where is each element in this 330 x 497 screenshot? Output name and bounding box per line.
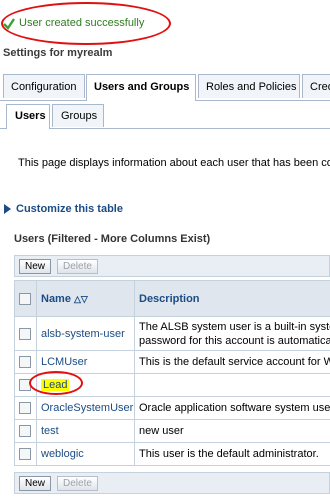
customize-table-link[interactable]: Customize this table [4, 203, 123, 215]
tab-roles-and-policies[interactable]: Roles and Policies [198, 74, 300, 98]
page-title: Settings for myrealm [3, 47, 113, 59]
column-header-description: Description [134, 280, 330, 317]
main-tabs: Configuration Users and Groups Roles and… [0, 72, 330, 101]
users-table: Name △▽ Description alsb-system-user The … [14, 280, 330, 466]
user-link[interactable]: OracleSystemUser [41, 402, 133, 414]
user-link[interactable]: weblogic [41, 448, 84, 460]
row-description: The ALSB system user is a built-in syste [139, 320, 330, 333]
table-row: LCMUser This is the default service acco… [14, 350, 330, 374]
user-link[interactable]: alsb-system-user [41, 328, 125, 340]
row-description: This user is the default administrator. [134, 442, 330, 466]
row-checkbox[interactable] [19, 425, 31, 438]
success-message-text: User created successfully [19, 17, 145, 29]
sort-ascending-icon[interactable]: △▽ [74, 294, 88, 305]
table-toolbar-bottom: New Delete [14, 472, 330, 494]
success-message: User created successfully [0, 10, 330, 42]
table-row: alsb-system-user The ALSB system user is… [14, 316, 330, 351]
table-row: Lead [14, 373, 330, 397]
row-description-cont: password for this account is automatica [139, 334, 330, 347]
row-description: new user [134, 419, 330, 443]
page-description: This page displays information about eac… [18, 157, 330, 169]
tab-credentials[interactable]: Cred [302, 74, 330, 98]
row-checkbox[interactable] [19, 448, 31, 461]
tab-users-and-groups[interactable]: Users and Groups [86, 74, 196, 101]
row-description: Oracle application software system use [134, 396, 330, 420]
row-checkbox[interactable] [19, 402, 31, 415]
select-all-checkbox[interactable] [19, 292, 31, 305]
table-row: test new user [14, 419, 330, 443]
row-description: This is the default service account for … [134, 350, 330, 374]
customize-table-label: Customize this table [16, 203, 123, 215]
user-link[interactable]: LCMUser [41, 356, 87, 368]
user-link[interactable]: Lead [41, 379, 70, 391]
subtab-groups[interactable]: Groups [52, 104, 104, 127]
table-row: weblogic This user is the default admini… [14, 442, 330, 466]
row-description [134, 373, 330, 397]
column-header-name[interactable]: Name △▽ [36, 280, 135, 317]
delete-button[interactable]: Delete [57, 259, 98, 274]
table-toolbar-top: New Delete [14, 255, 330, 277]
row-checkbox[interactable] [19, 379, 31, 392]
new-button-bottom[interactable]: New [19, 476, 52, 491]
row-checkbox[interactable] [19, 356, 31, 369]
check-icon [3, 18, 15, 30]
row-checkbox[interactable] [19, 327, 31, 340]
sub-tabs: Users Groups [0, 101, 330, 129]
user-link[interactable]: test [41, 425, 59, 437]
table-row: OracleSystemUser Oracle application soft… [14, 396, 330, 420]
subtab-users[interactable]: Users [6, 104, 50, 129]
table-title: Users (Filtered - More Columns Exist) [14, 233, 211, 245]
delete-button-bottom[interactable]: Delete [57, 476, 98, 491]
new-button[interactable]: New [19, 259, 52, 274]
select-all-cell [14, 280, 37, 317]
expand-triangle-icon [4, 204, 11, 215]
table-header-row: Name △▽ Description [14, 280, 330, 317]
tab-configuration[interactable]: Configuration [3, 74, 85, 98]
